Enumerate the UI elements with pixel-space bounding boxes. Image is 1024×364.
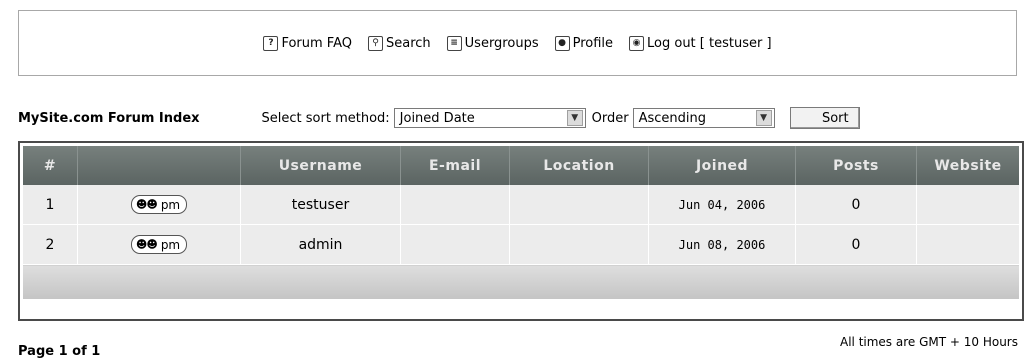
table-row: 1 ☻☻ pm testuser Jun 04, 2006 0 <box>23 185 1019 225</box>
members-table: # Username E-mail Location Joined Posts … <box>23 146 1019 299</box>
joined-cell: Jun 08, 2006 <box>648 224 796 265</box>
sort-method-select[interactable]: Joined Date ▼ <box>393 108 586 128</box>
col-header-posts[interactable]: Posts <box>795 146 917 185</box>
col-header-number: # <box>23 146 78 185</box>
nav-search-link[interactable]: ⚲ Search <box>367 35 431 51</box>
pm-cell: ☻☻ pm <box>77 185 241 225</box>
profile-icon: ● <box>554 35 570 51</box>
sort-bar: MySite.com Forum Index Select sort metho… <box>18 106 1017 130</box>
posts-cell: 0 <box>795 224 917 265</box>
sort-button[interactable]: Sort <box>789 107 860 129</box>
nav-usergroups-label: Usergroups <box>464 35 539 51</box>
posts-cell: 0 <box>795 185 917 225</box>
members-table-frame: # Username E-mail Location Joined Posts … <box>18 141 1024 321</box>
page-indicator: Page 1 of 1 <box>18 344 101 359</box>
table-row: 2 ☻☻ pm admin Jun 08, 2006 0 <box>23 224 1019 265</box>
order-value: Ascending <box>638 110 707 126</box>
col-header-email[interactable]: E-mail <box>400 146 510 185</box>
joined-cell: Jun 04, 2006 <box>648 185 796 225</box>
nav-faq-link[interactable]: ? Forum FAQ <box>263 35 352 51</box>
pm-cell: ☻☻ pm <box>77 224 241 265</box>
website-cell <box>916 224 1019 265</box>
table-footer-row <box>23 264 1019 299</box>
nav-bar: ? Forum FAQ ⚲ Search ≡ Usergroups ● Prof… <box>18 10 1017 76</box>
nav-profile-label: Profile <box>572 35 614 51</box>
table-header-row: # Username E-mail Location Joined Posts … <box>23 146 1019 185</box>
col-header-joined[interactable]: Joined <box>648 146 796 185</box>
usergroups-icon: ≡ <box>446 35 462 51</box>
row-number: 2 <box>23 224 78 265</box>
order-label: Order <box>591 110 629 126</box>
order-select[interactable]: Ascending ▼ <box>632 108 775 128</box>
email-cell <box>400 185 510 225</box>
sort-method-label: Select sort method: <box>261 110 390 126</box>
location-cell <box>509 185 649 225</box>
forum-index-link[interactable]: MySite.com Forum Index <box>18 111 200 126</box>
col-header-website[interactable]: Website <box>916 146 1019 185</box>
pm-label: pm <box>160 237 181 252</box>
nav-profile-link[interactable]: ● Profile <box>554 35 614 51</box>
col-header-pm <box>77 146 241 185</box>
nav-usergroups-link[interactable]: ≡ Usergroups <box>446 35 539 51</box>
help-icon: ? <box>263 35 279 51</box>
search-icon: ⚲ <box>367 35 383 51</box>
website-cell <box>916 185 1019 225</box>
nav-logout-link[interactable]: ◉ Log out [ testuser ] <box>629 35 772 51</box>
sort-method-value: Joined Date <box>399 110 475 126</box>
nav-logout-label: Log out [ testuser ] <box>647 35 772 51</box>
pm-button[interactable]: ☻☻ pm <box>130 195 188 214</box>
table-footer-cell <box>23 264 1019 299</box>
location-cell <box>509 224 649 265</box>
users-icon: ☻☻ <box>135 198 158 211</box>
email-cell <box>400 224 510 265</box>
nav-faq-label: Forum FAQ <box>281 35 352 51</box>
nav-search-label: Search <box>385 35 431 51</box>
col-header-location[interactable]: Location <box>509 146 649 185</box>
pm-label: pm <box>160 197 181 212</box>
timezone-note: All times are GMT + 10 Hours <box>840 335 1018 349</box>
chevron-down-icon: ▼ <box>755 110 772 126</box>
username-cell[interactable]: admin <box>240 224 401 265</box>
row-number: 1 <box>23 185 78 225</box>
username-cell[interactable]: testuser <box>240 185 401 225</box>
col-header-username[interactable]: Username <box>240 146 401 185</box>
chevron-down-icon: ▼ <box>566 110 583 126</box>
pm-button[interactable]: ☻☻ pm <box>130 235 188 254</box>
logout-icon: ◉ <box>629 35 645 51</box>
users-icon: ☻☻ <box>135 238 158 251</box>
